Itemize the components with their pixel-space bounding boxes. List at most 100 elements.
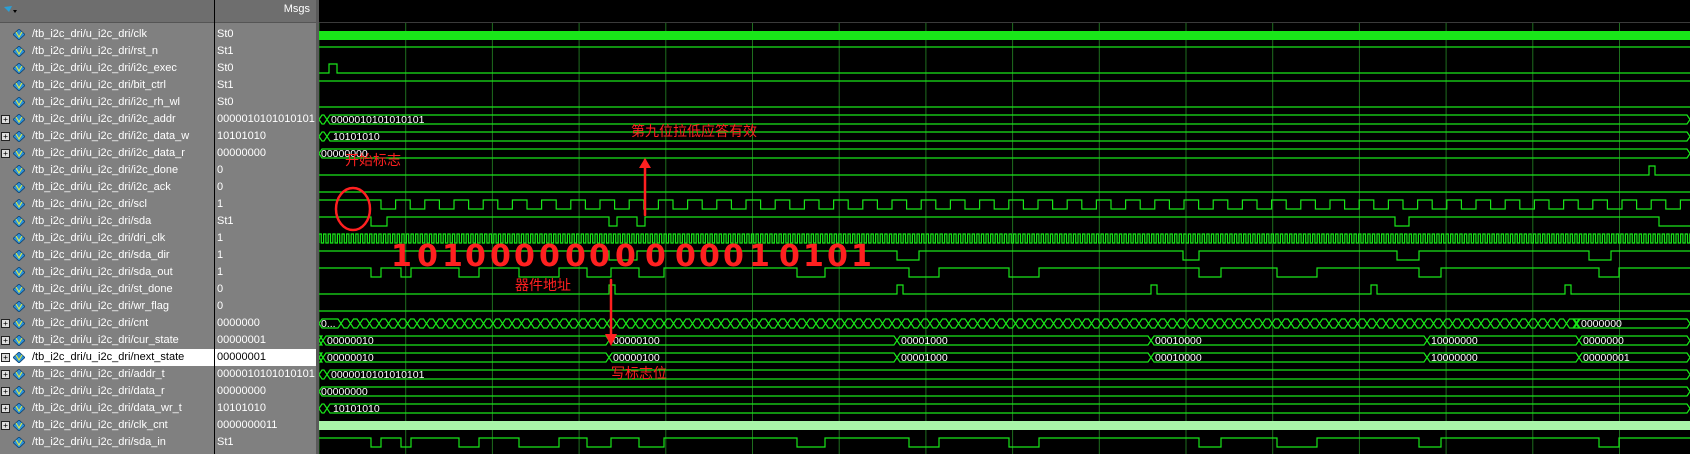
cnt-bus-segment [891,318,903,329]
i2c-exec-wave [319,63,1690,74]
dropdown-arrow-icon[interactable] [2,4,18,18]
cnt-bus-segment [435,318,447,329]
bit-annotation: 1 [851,239,872,274]
signal-row[interactable]: /tb_i2c_dri/u_i2c_dri/st_done [0,281,214,298]
cnt-bus-segment [1290,318,1302,329]
signal-diamond-icon [13,284,25,295]
signal-name: /tb_i2c_dri/u_i2c_dri/i2c_data_w [32,130,190,142]
expand-toggle-icon[interactable]: + [1,387,10,396]
cnt-bus-segment [625,318,637,329]
cnt-bus-segment [1432,318,1444,329]
cnt-bus-segment [1214,318,1226,329]
signal-diamond-icon [13,114,25,125]
signal-row[interactable]: + /tb_i2c_dri/u_i2c_dri/data_r [0,383,214,400]
cnt-bus-segment [910,318,922,329]
signal-row[interactable]: + /tb_i2c_dri/u_i2c_dri/i2c_data_r [0,145,214,162]
signal-row[interactable]: + /tb_i2c_dri/u_i2c_dri/i2c_addr [0,111,214,128]
signal-row[interactable]: /tb_i2c_dri/u_i2c_dri/i2c_done [0,162,214,179]
expand-toggle-icon[interactable]: + [1,149,10,158]
cnt-bus-segment [1451,318,1463,329]
signal-value: 00000000 [217,385,266,397]
signal-row[interactable]: /tb_i2c_dri/u_i2c_dri/clk [0,26,214,43]
cur-state-bus-value: 00001000 [901,335,948,347]
i2c-done-wave [319,165,1690,176]
expand-toggle-icon[interactable]: + [1,353,10,362]
cnt-bus-segment [691,318,703,329]
cnt-bus-segment [1233,318,1245,329]
cur-state-bus-value: 00010000 [1155,335,1202,347]
cnt-bus-segment [929,318,941,329]
cnt-bus-segment [359,318,371,329]
next-state-bus-value: 00000010 [327,352,374,364]
cnt-bus-segment [1176,318,1188,329]
signal-diamond-icon [13,216,25,227]
cnt-bus-segment [406,318,418,329]
cnt-bus-segment [1337,318,1349,329]
signal-row[interactable]: /tb_i2c_dri/u_i2c_dri/i2c_exec [0,60,214,77]
cnt-bus-segment [758,318,770,329]
cnt-bus-segment [1299,318,1311,329]
addr-t-bus-segment [319,369,328,380]
signal-row[interactable]: /tb_i2c_dri/u_i2c_dri/i2c_ack [0,179,214,196]
signal-name: /tb_i2c_dri/u_i2c_dri/data_r [32,385,165,397]
signal-row[interactable]: /tb_i2c_dri/u_i2c_dri/wr_flag [0,298,214,315]
signal-row[interactable]: /tb_i2c_dri/u_i2c_dri/sda [0,213,214,230]
cnt-bus-segment [843,318,855,329]
waveform-pane[interactable]: 000001010101010110101010000000000... 0000… [319,0,1690,454]
expand-toggle-icon[interactable]: + [1,319,10,328]
signal-row[interactable]: /tb_i2c_dri/u_i2c_dri/dri_clk [0,230,214,247]
signal-row[interactable]: /tb_i2c_dri/u_i2c_dri/i2c_rh_wl [0,94,214,111]
signal-row[interactable]: /tb_i2c_dri/u_i2c_dri/sda_out [0,264,214,281]
signal-diamond-icon [13,403,25,414]
expand-toggle-icon[interactable]: + [1,336,10,345]
signal-row[interactable]: /tb_i2c_dri/u_i2c_dri/rst_n [0,43,214,60]
next-state-bus-value: 10000000 [1431,352,1478,364]
signal-row[interactable]: + /tb_i2c_dri/u_i2c_dri/cnt [0,315,214,332]
signal-value: 0 [217,164,224,176]
cnt-bus-segment [596,318,608,329]
expand-toggle-icon[interactable]: + [1,404,10,413]
cnt-bus-segment [1556,318,1568,329]
signal-diamond-icon [13,97,25,108]
expand-toggle-icon[interactable]: + [1,370,10,379]
signal-diamond-icon [13,267,25,278]
signal-row[interactable]: + /tb_i2c_dri/u_i2c_dri/data_wr_t [0,400,214,417]
signal-name: /tb_i2c_dri/u_i2c_dri/data_wr_t [32,402,182,414]
i2c-data-w-bus-segment [319,131,328,142]
signal-row[interactable]: + /tb_i2c_dri/u_i2c_dri/clk_cnt [0,417,214,434]
cnt-bus-segment [872,318,884,329]
cnt-bus-segment [1062,318,1074,329]
cnt-bus-segment [938,318,950,329]
bit-annotation: 0 [589,239,610,274]
expand-toggle-icon[interactable]: + [1,115,10,124]
expand-toggle-icon[interactable]: + [1,132,10,141]
bit-annotation: 0 [645,239,666,274]
bit-annotation: 0 [565,239,586,274]
signal-row[interactable]: /tb_i2c_dri/u_i2c_dri/bit_ctrl [0,77,214,94]
cnt-bus-segment [900,318,912,329]
next-state-bus-value: 00001000 [901,352,948,364]
cnt-bus-segment [482,318,494,329]
cnt-bus-segment [634,318,646,329]
signal-diamond-icon [13,352,25,363]
signal-value: 1 [217,249,224,261]
signal-row[interactable]: + /tb_i2c_dri/u_i2c_dri/cur_state [0,332,214,349]
signal-row[interactable]: + /tb_i2c_dri/u_i2c_dri/addr_t [0,366,214,383]
bit-annotation: 0 [539,239,560,274]
cnt-bus-segment [1499,318,1511,329]
signal-name: /tb_i2c_dri/u_i2c_dri/i2c_addr [32,113,176,125]
bit-annotation: 0 [723,239,744,274]
signal-row[interactable]: /tb_i2c_dri/u_i2c_dri/sda_in [0,434,214,451]
expand-toggle-icon[interactable]: + [1,421,10,430]
clk-wave [319,31,1690,40]
data-wr-t-bus-segment [326,403,1690,414]
signal-row[interactable]: /tb_i2c_dri/u_i2c_dri/sda_dir [0,247,214,264]
bit-annotation: 1 [803,239,824,274]
signal-row[interactable]: /tb_i2c_dri/u_i2c_dri/scl [0,196,214,213]
i2c-data-r-bus-segment [319,148,1690,159]
signal-name: /tb_i2c_dri/u_i2c_dri/dri_clk [32,232,166,244]
signal-row[interactable]: + /tb_i2c_dri/u_i2c_dri/next_state [0,349,214,366]
signal-row[interactable]: + /tb_i2c_dri/u_i2c_dri/i2c_data_w [0,128,214,145]
i2c-data-w-bus-segment [326,131,1690,142]
signal-diamond-icon [13,301,25,312]
